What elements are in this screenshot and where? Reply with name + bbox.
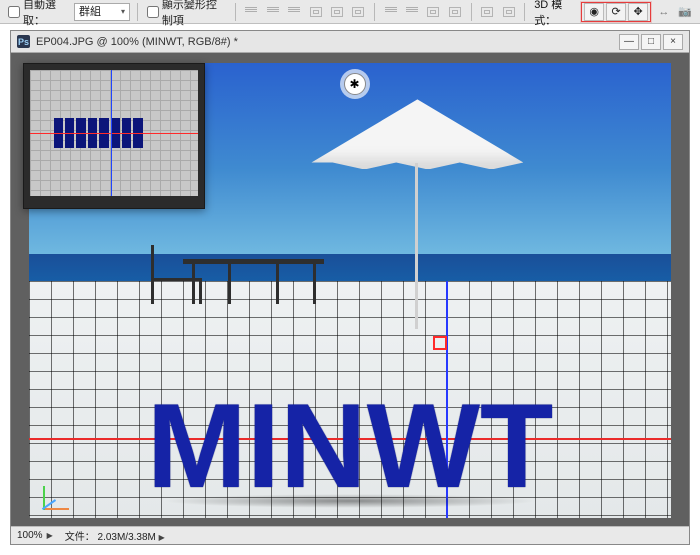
show-transform-label: 顯示變形控制項 (162, 0, 226, 28)
3d-orbit-icon[interactable]: ◉ (584, 3, 604, 21)
3d-rotate-icon[interactable]: ⟳ (606, 3, 626, 21)
maximize-button[interactable]: □ (641, 34, 661, 50)
navigator-x-axis (30, 133, 198, 134)
distribute-v-icon (403, 3, 420, 21)
chevron-down-icon: ▾ (121, 4, 125, 20)
selection-marker[interactable] (433, 336, 447, 350)
separator (471, 3, 472, 21)
3d-mode-group: ◉ ⟳ ✥ (581, 2, 651, 22)
document-titlebar: Ps EP004.JPG @ 100% (MINWT, RGB/8#) * — … (11, 31, 689, 53)
scene-table (183, 259, 324, 305)
separator (137, 3, 138, 21)
navigator-thumbnail (30, 70, 198, 196)
distribute-w-icon (425, 3, 442, 21)
separator (524, 3, 525, 21)
group-select[interactable]: 群組 ▾ (74, 3, 130, 21)
3d-pan-icon[interactable]: ✥ (628, 3, 648, 21)
align-top-icon (243, 3, 260, 21)
canvas-area: MINWT MINWT ✱ (11, 53, 689, 544)
zoom-value: 100% (17, 530, 43, 541)
align-hmid-icon (328, 3, 345, 21)
chevron-right-icon: ▶ (47, 531, 53, 540)
docinfo-value: 2.03M/3.38M (98, 532, 156, 543)
3d-camera-icon[interactable]: 📷 (677, 3, 694, 21)
axis-x-icon (43, 508, 69, 510)
minimize-button[interactable]: — (619, 34, 639, 50)
status-bar: 100% ▶ 文件： 2.03M/3.38M ▶ (11, 526, 689, 544)
align-bottom-icon (285, 3, 302, 21)
distribute-h2-icon (446, 3, 463, 21)
auto-select-checkbox[interactable]: 自動選取： (6, 0, 70, 28)
document-title: EP004.JPG @ 100% (MINWT, RGB/8#) * (36, 36, 238, 48)
document-info[interactable]: 文件： 2.03M/3.38M ▶ (65, 528, 165, 543)
distribute-h-icon (382, 3, 399, 21)
3d-text-object[interactable]: MINWT MINWT (53, 300, 647, 500)
close-button[interactable]: × (663, 34, 683, 50)
chevron-right-icon: ▶ (159, 533, 165, 542)
scene-chair (151, 245, 202, 304)
show-transform-checkbox[interactable]: 顯示變形控制項 (145, 0, 228, 28)
options-bar: 自動選取： 群組 ▾ 顯示變形控制項 3D 模式： ◉ ⟳ ✥ ↔ 📷 (0, 0, 700, 24)
docinfo-label: 文件： (65, 532, 95, 543)
window-controls: — □ × (619, 34, 683, 50)
arrange-icon (478, 3, 495, 21)
navigator-z-axis (111, 70, 112, 196)
zoom-level[interactable]: 100% ▶ (17, 530, 53, 541)
align-vmid-icon (264, 3, 281, 21)
photoshop-logo-icon: Ps (17, 35, 30, 48)
align-right-icon (350, 3, 367, 21)
3d-slide-icon[interactable]: ↔ (655, 3, 672, 21)
document-window: Ps EP004.JPG @ 100% (MINWT, RGB/8#) * — … (10, 30, 690, 545)
scene-umbrella (311, 99, 523, 226)
3d-text-face: MINWT (147, 392, 554, 500)
align-left-icon (307, 3, 324, 21)
navigator-panel[interactable] (23, 63, 205, 209)
separator (374, 3, 375, 21)
3d-axis-gizmo[interactable] (43, 482, 75, 510)
3d-secondary-view-icon[interactable]: ✱ (344, 73, 366, 95)
group-select-value: 群組 (79, 4, 101, 20)
separator (235, 3, 236, 21)
auto-select-label: 自動選取： (23, 0, 68, 28)
arrange2-icon (500, 3, 517, 21)
3d-mode-label: 3D 模式： (534, 0, 577, 28)
